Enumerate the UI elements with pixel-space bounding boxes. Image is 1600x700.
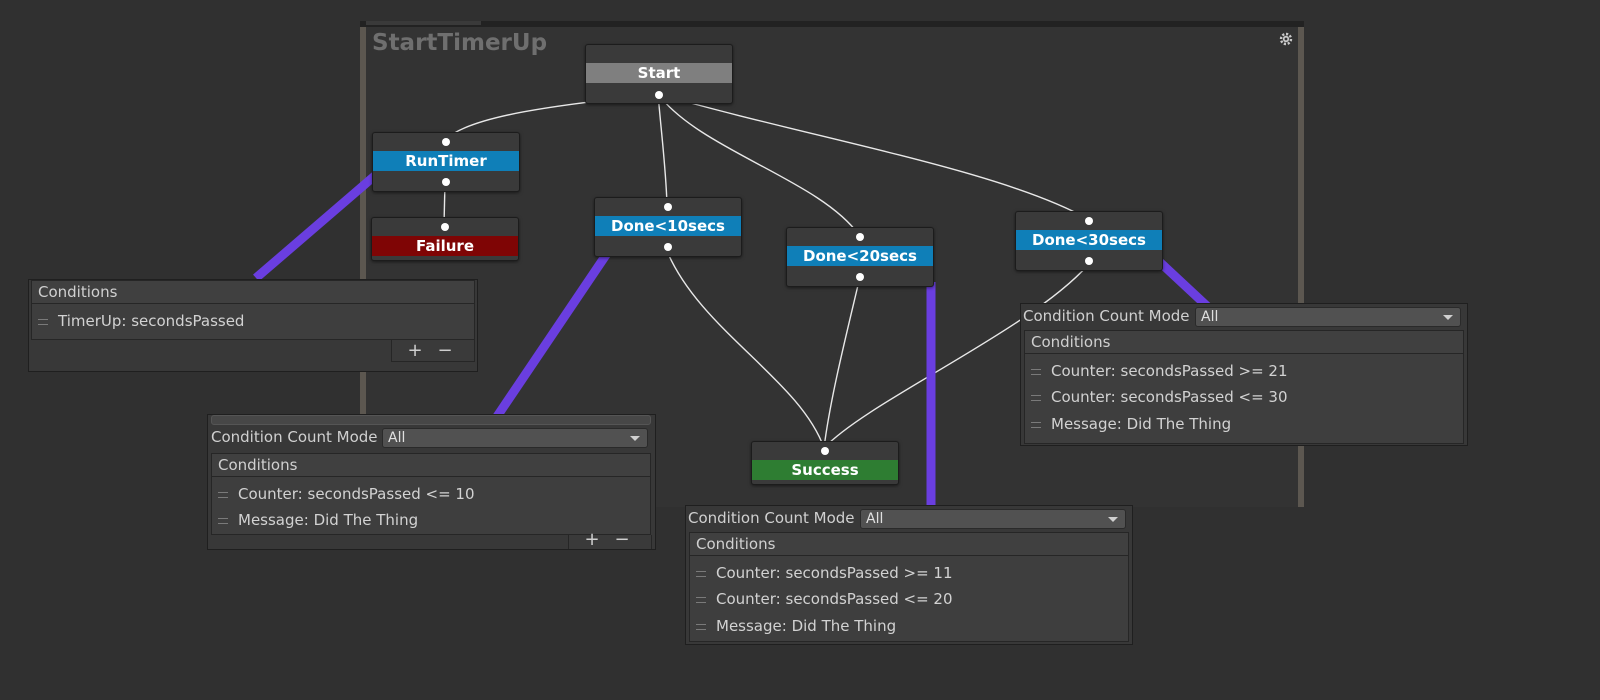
- node-failure-label: Failure: [372, 236, 518, 256]
- node-start[interactable]: Start: [585, 44, 733, 104]
- drag-handle-icon[interactable]: [696, 571, 706, 577]
- conditions-header: Conditions: [211, 453, 651, 477]
- conditions-header: Conditions: [1024, 330, 1464, 354]
- list-item[interactable]: Counter: secondsPassed >= 11: [690, 562, 1126, 584]
- condition-count-mode-dropdown[interactable]: All: [382, 428, 648, 448]
- node-success-label: Success: [752, 460, 898, 480]
- chevron-down-icon: [630, 436, 640, 441]
- condition-count-mode-label: Condition Count Mode: [1023, 307, 1190, 325]
- conditions-list: Counter: secondsPassed <= 10 Message: Di…: [211, 477, 651, 535]
- node-done20-label: Done<20secs: [787, 246, 933, 266]
- input-port[interactable]: [664, 203, 672, 211]
- input-port[interactable]: [821, 447, 829, 455]
- input-port[interactable]: [441, 223, 449, 231]
- node-failure[interactable]: Failure: [371, 217, 519, 261]
- list-item[interactable]: Counter: secondsPassed <= 10: [212, 483, 648, 505]
- conditions-list: Counter: secondsPassed >= 21 Counter: se…: [1024, 354, 1464, 444]
- chevron-down-icon: [1443, 315, 1453, 320]
- input-port[interactable]: [856, 233, 864, 241]
- node-runtimer[interactable]: RunTimer: [372, 132, 520, 192]
- conditions-header: Conditions: [31, 280, 475, 304]
- drag-handle-icon[interactable]: [1031, 422, 1041, 428]
- node-done10-label: Done<10secs: [595, 216, 741, 236]
- output-port[interactable]: [655, 91, 663, 99]
- condition-count-mode-label: Condition Count Mode: [211, 428, 378, 446]
- condition-count-mode-dropdown[interactable]: All: [860, 509, 1126, 529]
- remove-condition-button[interactable]: −: [432, 340, 458, 362]
- conditions-list: Counter: secondsPassed >= 11 Counter: se…: [689, 556, 1129, 642]
- add-condition-button[interactable]: +: [579, 529, 605, 549]
- output-port[interactable]: [856, 273, 864, 281]
- chevron-down-icon: [1108, 517, 1118, 522]
- condition-count-mode-dropdown[interactable]: All: [1195, 307, 1461, 327]
- drag-handle-icon[interactable]: [696, 597, 706, 603]
- list-footer: + −: [391, 340, 475, 362]
- callout-done10: [492, 249, 612, 421]
- node-start-label: Start: [586, 63, 732, 83]
- list-item[interactable]: TimerUp: secondsPassed: [32, 310, 472, 332]
- drag-handle-icon[interactable]: [38, 319, 48, 325]
- list-item[interactable]: Counter: secondsPassed >= 21: [1025, 360, 1461, 382]
- inspector-done30: Condition Count Mode All Conditions Coun…: [1020, 303, 1468, 446]
- list-item[interactable]: Message: Did The Thing: [212, 509, 648, 531]
- wire-start-done10: [657, 93, 668, 206]
- drag-handle-icon[interactable]: [218, 518, 228, 524]
- condition-count-mode-label: Condition Count Mode: [688, 509, 855, 527]
- remove-condition-button[interactable]: −: [609, 529, 635, 549]
- input-port[interactable]: [442, 138, 450, 146]
- add-condition-button[interactable]: +: [402, 340, 428, 362]
- callout-runtimer: [253, 169, 381, 282]
- drag-handle-icon[interactable]: [696, 624, 706, 630]
- output-port[interactable]: [442, 178, 450, 186]
- help-box: [211, 415, 651, 425]
- drag-handle-icon[interactable]: [1031, 395, 1041, 401]
- inspector-done20: Condition Count Mode All Conditions Coun…: [685, 505, 1133, 645]
- node-done30-label: Done<30secs: [1016, 230, 1162, 250]
- list-item[interactable]: Counter: secondsPassed <= 30: [1025, 386, 1461, 408]
- list-item[interactable]: Counter: secondsPassed <= 20: [690, 588, 1126, 610]
- inspector-timer: Conditions TimerUp: secondsPassed + −: [28, 279, 478, 372]
- output-port[interactable]: [664, 243, 672, 251]
- node-done20[interactable]: Done<20secs: [786, 227, 934, 287]
- node-done10[interactable]: Done<10secs: [594, 197, 742, 257]
- list-item[interactable]: Message: Did The Thing: [1025, 413, 1461, 435]
- list-item[interactable]: Message: Did The Thing: [690, 615, 1126, 637]
- node-success[interactable]: Success: [751, 441, 899, 485]
- list-footer: + −: [568, 529, 652, 549]
- inspector-done10: Condition Count Mode All Conditions Coun…: [207, 414, 656, 550]
- node-runtimer-label: RunTimer: [373, 151, 519, 171]
- output-port[interactable]: [1085, 257, 1093, 265]
- conditions-list: TimerUp: secondsPassed: [31, 304, 475, 340]
- conditions-header: Conditions: [689, 532, 1129, 556]
- node-done30[interactable]: Done<30secs: [1015, 211, 1163, 271]
- drag-handle-icon[interactable]: [218, 492, 228, 498]
- drag-handle-icon[interactable]: [1031, 369, 1041, 375]
- input-port[interactable]: [1085, 217, 1093, 225]
